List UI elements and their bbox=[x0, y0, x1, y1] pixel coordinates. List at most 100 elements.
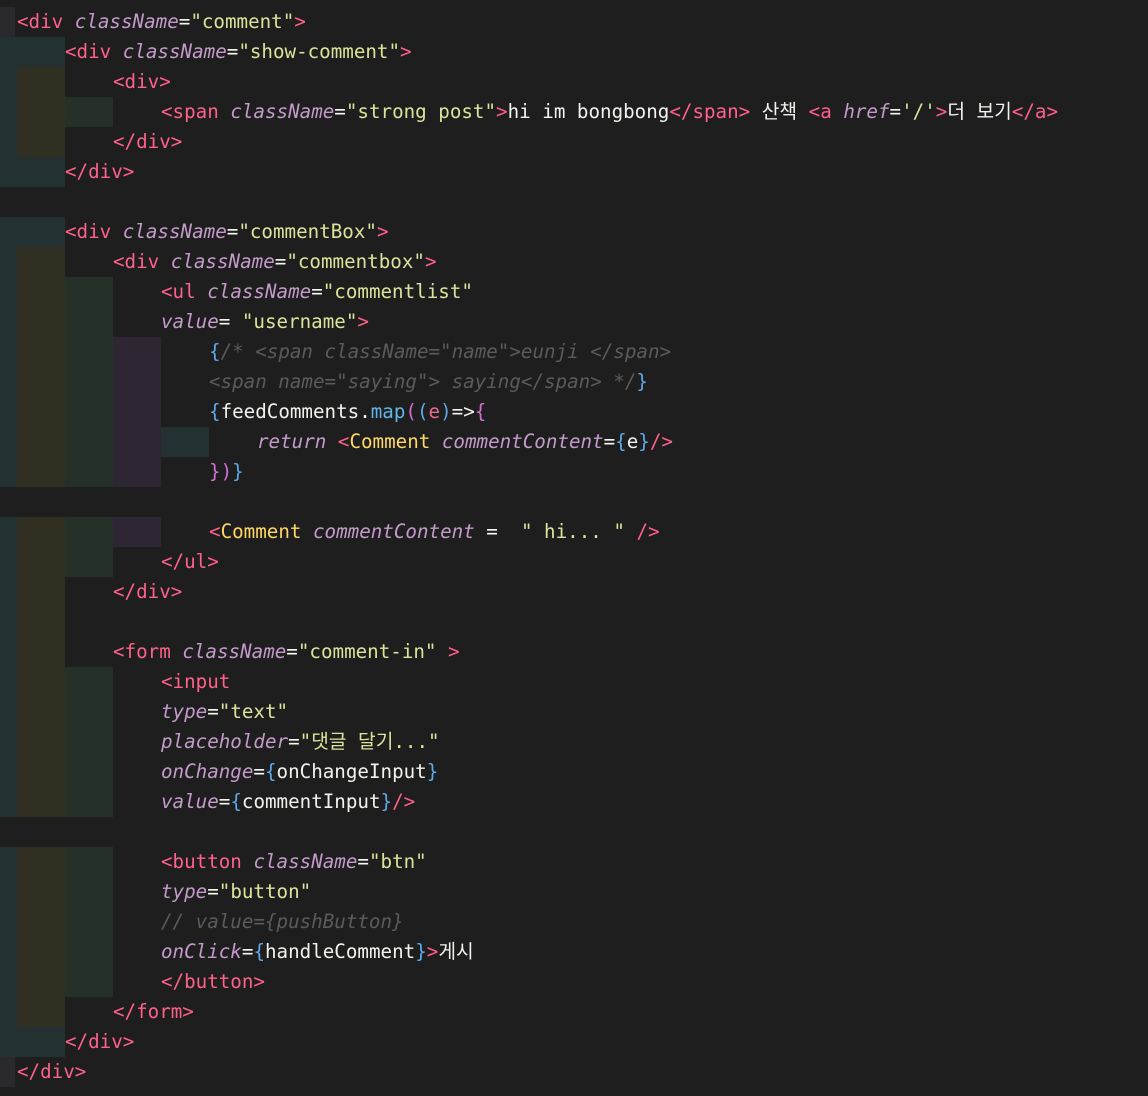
indent-guide bbox=[0, 817, 15, 847]
indent-guide bbox=[17, 727, 65, 757]
code-token: 더 보기 bbox=[947, 100, 1012, 123]
code-text: </button> bbox=[161, 967, 265, 997]
code-line[interactable]: placeholder="댓글 달기..." bbox=[0, 727, 1148, 757]
code-token: className bbox=[230, 100, 335, 123]
code-line[interactable]: onChange={onChangeInput} bbox=[0, 757, 1148, 787]
code-token: <div> bbox=[113, 70, 171, 93]
code-line[interactable]: value={commentInput}/> bbox=[0, 787, 1148, 817]
code-line[interactable]: </div> bbox=[0, 127, 1148, 157]
code-token: ) bbox=[440, 400, 452, 423]
code-token: => bbox=[451, 400, 475, 423]
code-token: /* <span className="name">eunji </span> bbox=[220, 340, 672, 363]
indent-guide bbox=[0, 1057, 15, 1087]
code-line[interactable] bbox=[0, 817, 1148, 847]
code-text: </div> bbox=[65, 1027, 134, 1057]
code-text: </div> bbox=[113, 127, 182, 157]
code-line[interactable]: <form className="comment-in" > bbox=[0, 637, 1148, 667]
code-token: } bbox=[426, 760, 439, 783]
code-line[interactable]: </div> bbox=[0, 577, 1148, 607]
code-editor[interactable]: <div className="comment"> <div className=… bbox=[0, 0, 1148, 1096]
code-text: <div className="commentBox"> bbox=[65, 217, 389, 247]
indent-guide bbox=[17, 247, 65, 277]
code-line[interactable]: <div className="commentbox"> bbox=[0, 247, 1148, 277]
code-text: {/* <span className="name">eunji </span> bbox=[209, 337, 671, 367]
code-line[interactable]: // value={pushButton} bbox=[0, 907, 1148, 937]
code-line[interactable]: onClick={handleComment}>게시 bbox=[0, 937, 1148, 967]
code-token: onChangeInput bbox=[276, 760, 427, 783]
indent-guide bbox=[17, 667, 65, 697]
code-token: e bbox=[428, 400, 441, 423]
code-line[interactable]: </div> bbox=[0, 1057, 1148, 1087]
code-text: <input bbox=[161, 667, 230, 697]
code-line[interactable]: <div className="show-comment"> bbox=[0, 37, 1148, 67]
code-text: value= "username"> bbox=[161, 307, 369, 337]
code-token: ) bbox=[220, 460, 233, 483]
code-line[interactable]: type="button" bbox=[0, 877, 1148, 907]
code-line[interactable]: <Comment commentContent = " hi... " /> bbox=[0, 517, 1148, 547]
indent-guide bbox=[17, 397, 65, 427]
code-line[interactable]: <span className="strong post">hi im bong… bbox=[0, 97, 1148, 127]
code-token: = bbox=[226, 220, 239, 243]
indent-guide bbox=[17, 127, 65, 157]
indent-guide bbox=[17, 67, 65, 97]
code-token: "commentBox" bbox=[238, 220, 377, 243]
code-token: < bbox=[337, 430, 350, 453]
code-token: . bbox=[359, 400, 371, 423]
indent-guide bbox=[65, 397, 113, 427]
code-line[interactable]: return <Comment commentContent={e}/> bbox=[0, 427, 1148, 457]
code-line[interactable]: {feedComments.map((e)=>{ bbox=[0, 397, 1148, 427]
code-token: className bbox=[122, 40, 227, 63]
code-line[interactable]: <div className="comment"> bbox=[0, 7, 1148, 37]
code-line[interactable]: value= "username"> bbox=[0, 307, 1148, 337]
code-line[interactable]: <span name="saying"> saying</span> */} bbox=[0, 367, 1148, 397]
code-token: { bbox=[253, 940, 265, 963]
code-line[interactable]: </div> bbox=[0, 1027, 1148, 1057]
code-token: "comment-in" bbox=[297, 640, 437, 663]
code-text: <Comment commentContent = " hi... " /> bbox=[209, 517, 660, 547]
indent-guide bbox=[113, 457, 161, 487]
code-token: handleComment bbox=[265, 940, 416, 963]
code-text: <div className="comment"> bbox=[17, 7, 306, 37]
indent-guide bbox=[17, 967, 65, 997]
code-line[interactable] bbox=[0, 487, 1148, 517]
code-text: onChange={onChangeInput} bbox=[161, 757, 438, 787]
code-text: value={commentInput}/> bbox=[161, 787, 415, 817]
indent-guide bbox=[113, 367, 161, 397]
code-line[interactable]: })} bbox=[0, 457, 1148, 487]
code-line[interactable]: <div> bbox=[0, 67, 1148, 97]
code-token: <a bbox=[808, 100, 832, 123]
code-text: <button className="btn" bbox=[161, 847, 427, 877]
code-line[interactable]: </form> bbox=[0, 997, 1148, 1027]
code-line[interactable]: </button> bbox=[0, 967, 1148, 997]
code-line[interactable] bbox=[0, 607, 1148, 637]
code-token: = bbox=[288, 730, 300, 753]
code-text: </ul> bbox=[161, 547, 219, 577]
code-text: {feedComments.map((e)=>{ bbox=[209, 397, 486, 427]
code-line[interactable]: </div> bbox=[0, 157, 1148, 187]
code-line[interactable] bbox=[0, 187, 1148, 217]
code-token: = bbox=[357, 850, 369, 873]
code-text: </form> bbox=[113, 997, 194, 1027]
code-line[interactable]: </ul> bbox=[0, 547, 1148, 577]
code-line[interactable]: <input bbox=[0, 667, 1148, 697]
code-line[interactable]: <div className="commentBox"> bbox=[0, 217, 1148, 247]
code-token: { bbox=[230, 790, 242, 813]
code-token: = bbox=[207, 700, 219, 723]
indent-guide bbox=[65, 517, 113, 547]
indent-guide bbox=[65, 547, 113, 577]
code-line[interactable]: {/* <span className="name">eunji </span> bbox=[0, 337, 1148, 367]
code-line[interactable]: type="text" bbox=[0, 697, 1148, 727]
indent-guide bbox=[65, 757, 113, 787]
code-token: <button bbox=[161, 850, 242, 873]
code-line[interactable]: <button className="btn" bbox=[0, 847, 1148, 877]
code-token: /> bbox=[392, 790, 416, 813]
indent-guide bbox=[17, 907, 65, 937]
code-token: = bbox=[218, 310, 242, 333]
indent-guide bbox=[17, 367, 65, 397]
code-line[interactable]: <ul className="commentlist" bbox=[0, 277, 1148, 307]
